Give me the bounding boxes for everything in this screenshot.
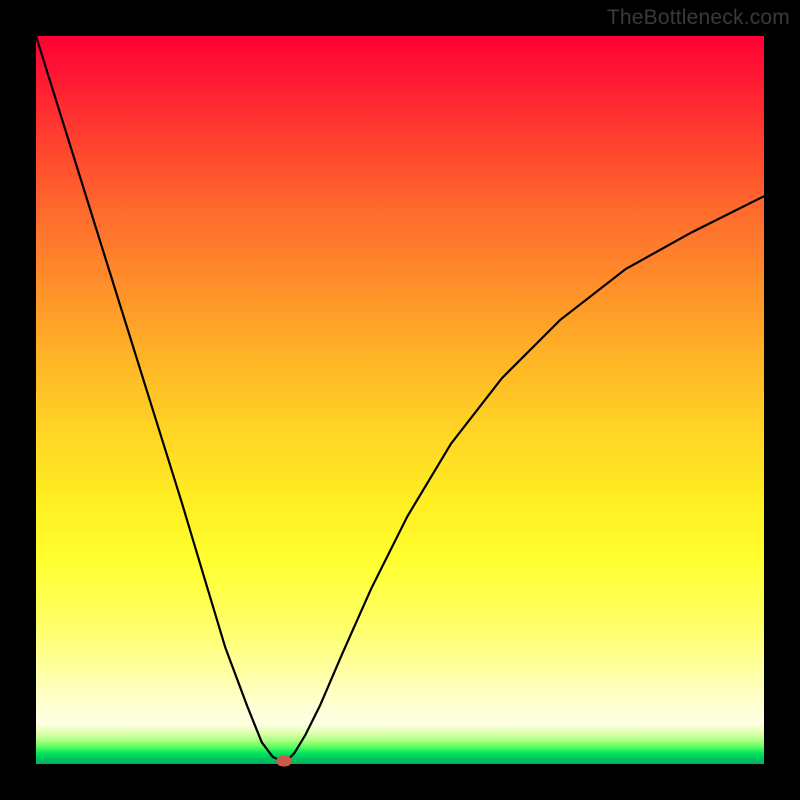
watermark-text: TheBottleneck.com <box>607 6 790 30</box>
optimum-point-marker <box>276 756 291 767</box>
bottleneck-curve <box>36 36 764 764</box>
chart-frame: TheBottleneck.com <box>0 0 800 800</box>
plot-area <box>36 36 764 764</box>
curve-path <box>36 36 764 760</box>
